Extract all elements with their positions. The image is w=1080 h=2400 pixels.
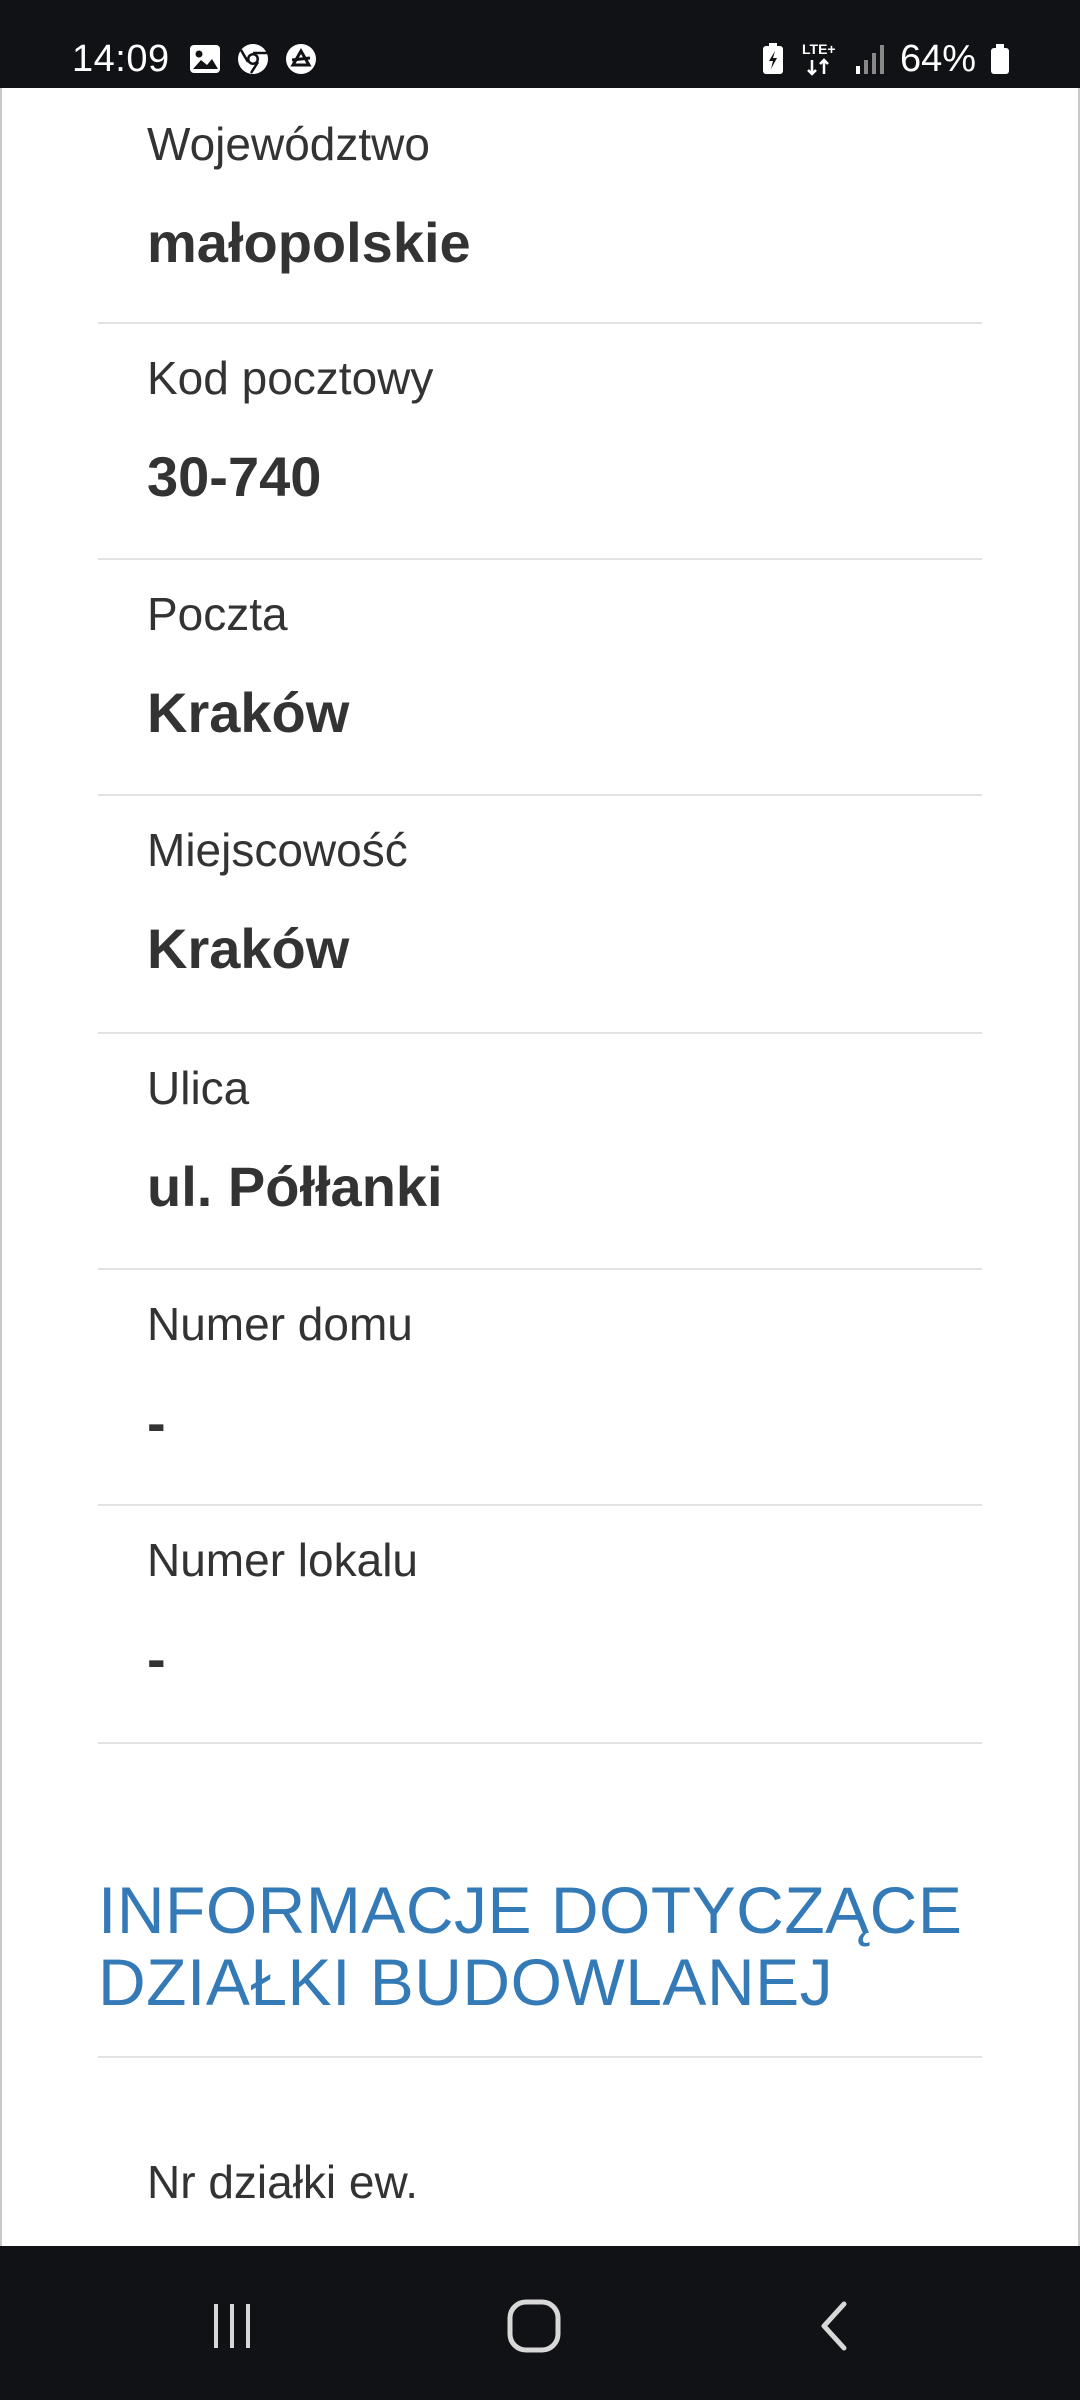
home-button[interactable] [474,2286,594,2366]
back-icon [821,2301,847,2351]
field-value: Kraków [147,681,350,744]
field-label: Numer domu [147,1298,413,1350]
status-bar: 14:09 LTE+ 64% [0,0,1080,88]
field-label: Poczta [147,588,288,640]
field-miejscowosc: Miejscowość Kraków [98,796,982,1034]
field-label: Kod pocztowy [147,352,434,404]
field-value: małopolskie [147,211,471,274]
svg-text:LTE+: LTE+ [802,41,836,57]
navigation-bar [0,2246,1080,2400]
recent-apps-icon [214,2304,250,2348]
section-heading-line1: INFORMACJE DOTYCZĄCE [98,1873,963,1947]
section-heading: INFORMACJE DOTYCZĄCE DZIAŁKI BUDOWLANEJ [98,1874,982,2018]
field-numer-lokalu: Numer lokalu - [98,1506,982,1744]
home-icon [507,2299,561,2353]
status-time: 14:09 [72,38,170,80]
field-value: Kraków [147,917,350,980]
field-value: - [147,1391,166,1454]
field-label: Województwo [147,118,430,170]
back-button[interactable] [776,2286,896,2366]
field-label-nr-dzialki: Nr działki ew. [147,2156,418,2208]
field-label: Numer lokalu [147,1534,418,1586]
status-right: LTE+ 64% [760,36,1010,82]
gallery-icon [188,42,222,76]
page-content[interactable]: Województwo małopolskie Kod pocztowy 30-… [0,88,1080,2246]
battery-percent: 64% [899,38,976,80]
page-edge-left [0,88,2,2246]
chrome-icon [236,42,270,76]
section-heading-line2: DZIAŁKI BUDOWLANEJ [98,1945,834,2019]
field-numer-domu: Numer domu - [98,1270,982,1506]
section-divider [98,2056,982,2058]
recent-apps-button[interactable] [172,2286,292,2366]
field-ulica: Ulica ul. Półłanki [98,1034,982,1270]
field-kod-pocztowy: Kod pocztowy 30-740 [98,324,982,560]
field-label: Miejscowość [147,824,408,876]
field-label: Ulica [147,1062,250,1114]
field-wojewodztwo: Województwo małopolskie [98,88,982,324]
field-value: ul. Półłanki [147,1155,443,1218]
lte-icon: LTE+ [800,40,840,78]
notification-icons [188,42,318,76]
field-value: - [147,1627,166,1690]
signal-icon [854,42,886,76]
field-value: 30-740 [147,445,322,508]
battery-icon [990,42,1010,76]
battery-saver-icon [760,42,786,76]
field-poczta: Poczta Kraków [98,560,982,796]
app-icon [284,42,318,76]
